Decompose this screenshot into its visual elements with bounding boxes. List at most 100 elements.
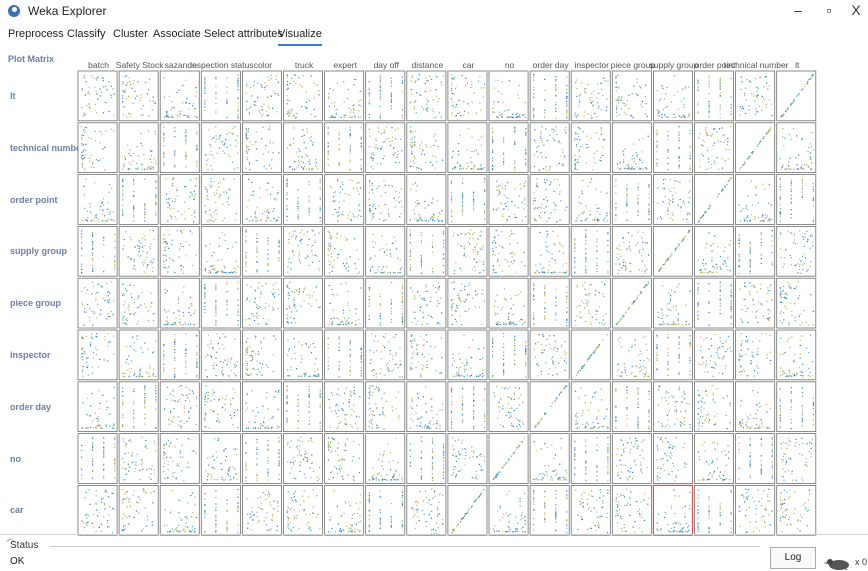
plot-cell[interactable] xyxy=(776,70,817,122)
plot-cell[interactable] xyxy=(570,174,611,225)
plot-cell[interactable] xyxy=(653,70,693,122)
plot-cell[interactable] xyxy=(488,484,529,536)
plot-cell[interactable] xyxy=(529,484,570,536)
plot-cell[interactable] xyxy=(653,277,693,329)
plot-cell[interactable] xyxy=(694,381,734,432)
plot-cell[interactable] xyxy=(200,122,241,174)
plot-cell[interactable] xyxy=(488,225,529,277)
plot-cell[interactable] xyxy=(570,381,611,432)
plot-cell[interactable] xyxy=(241,381,282,432)
plot-cell[interactable] xyxy=(241,484,282,536)
plot-cell[interactable] xyxy=(611,70,652,122)
plot-cell[interactable] xyxy=(570,225,611,277)
plot-cell[interactable] xyxy=(159,484,200,536)
plot-cell[interactable] xyxy=(694,433,734,484)
plot-cell[interactable] xyxy=(324,329,365,381)
plot-cell[interactable] xyxy=(324,277,365,329)
plot-cell[interactable] xyxy=(406,433,447,484)
log-button[interactable]: Log xyxy=(770,547,816,569)
plot-cell[interactable] xyxy=(200,484,241,536)
plot-cell[interactable] xyxy=(735,122,776,174)
plot-cell[interactable] xyxy=(529,277,570,329)
plot-cell[interactable] xyxy=(447,174,488,225)
plot-cell[interactable] xyxy=(159,225,200,277)
plot-cell[interactable] xyxy=(611,329,652,381)
plot-cell[interactable] xyxy=(735,381,776,432)
plot-cell[interactable] xyxy=(694,70,734,122)
plot-cell[interactable] xyxy=(488,433,529,484)
plot-cell[interactable] xyxy=(570,433,611,484)
plot-cell[interactable] xyxy=(77,433,118,484)
plot-cell[interactable] xyxy=(447,277,488,329)
plot-cell[interactable] xyxy=(200,70,241,122)
plot-cell[interactable] xyxy=(283,381,323,432)
plot-cell[interactable] xyxy=(406,225,447,277)
plot-cell[interactable] xyxy=(77,277,118,329)
plot-cell[interactable] xyxy=(529,433,570,484)
plot-cell[interactable] xyxy=(529,174,570,225)
plot-cell[interactable] xyxy=(365,70,406,122)
plot-cell[interactable] xyxy=(570,329,611,381)
plot-cell[interactable] xyxy=(488,277,529,329)
plot-cell[interactable] xyxy=(611,433,652,484)
plot-cell[interactable] xyxy=(159,329,200,381)
plot-cell[interactable] xyxy=(735,70,776,122)
plot-cell[interactable] xyxy=(241,122,282,174)
plot-cell[interactable] xyxy=(118,122,159,174)
plot-cell[interactable] xyxy=(735,329,776,381)
plot-cell[interactable] xyxy=(488,329,529,381)
plot-cell[interactable] xyxy=(529,122,570,174)
plot-cell[interactable] xyxy=(283,70,323,122)
plot-cell[interactable] xyxy=(406,122,447,174)
plot-cell[interactable] xyxy=(118,174,159,225)
plot-cell[interactable] xyxy=(406,70,447,122)
plot-cell[interactable] xyxy=(365,174,406,225)
plot-cell[interactable] xyxy=(488,70,529,122)
plot-cell[interactable] xyxy=(694,329,734,381)
plot-cell[interactable] xyxy=(735,433,776,484)
plot-cell[interactable] xyxy=(200,433,241,484)
plot-cell[interactable] xyxy=(118,70,159,122)
plot-cell[interactable] xyxy=(365,329,406,381)
plot-cell[interactable] xyxy=(653,433,693,484)
plot-cell[interactable] xyxy=(611,484,652,536)
plot-cell[interactable] xyxy=(241,174,282,225)
plot-cell[interactable] xyxy=(406,277,447,329)
scatter-plot-matrix[interactable] xyxy=(0,0,868,540)
plot-cell[interactable] xyxy=(611,122,652,174)
plot-cell[interactable] xyxy=(324,381,365,432)
plot-cell[interactable] xyxy=(365,433,406,484)
plot-cell[interactable] xyxy=(652,484,694,536)
plot-cell[interactable] xyxy=(241,329,282,381)
plot-cell[interactable] xyxy=(324,433,365,484)
plot-cell[interactable] xyxy=(200,277,241,329)
plot-cell[interactable] xyxy=(200,174,241,225)
plot-cell[interactable] xyxy=(488,122,529,174)
plot-cell[interactable] xyxy=(200,225,241,277)
plot-cell[interactable] xyxy=(735,277,776,329)
plot-cell[interactable] xyxy=(735,225,776,277)
plot-cell[interactable] xyxy=(200,381,241,432)
plot-cell[interactable] xyxy=(324,70,365,122)
plot-cell[interactable] xyxy=(324,225,365,277)
plot-cell[interactable] xyxy=(159,433,200,484)
plot-cell[interactable] xyxy=(776,225,817,277)
plot-cell[interactable] xyxy=(776,122,817,174)
plot-cell[interactable] xyxy=(159,381,200,432)
plot-cell[interactable] xyxy=(283,329,323,381)
plot-cell[interactable] xyxy=(118,277,159,329)
plot-cell[interactable] xyxy=(776,484,817,536)
plot-cell[interactable] xyxy=(283,225,323,277)
plot-cell[interactable] xyxy=(118,484,159,536)
plot-cell[interactable] xyxy=(77,174,118,225)
plot-cell[interactable] xyxy=(77,225,118,277)
plot-cell[interactable] xyxy=(694,225,734,277)
plot-cell[interactable] xyxy=(159,277,200,329)
plot-cell[interactable] xyxy=(283,484,323,536)
plot-cell[interactable] xyxy=(77,70,118,122)
plot-cell[interactable] xyxy=(283,122,323,174)
plot-cell[interactable] xyxy=(447,329,488,381)
plot-cell[interactable] xyxy=(159,174,200,225)
plot-cell[interactable] xyxy=(241,277,282,329)
plot-cell[interactable] xyxy=(365,484,406,536)
